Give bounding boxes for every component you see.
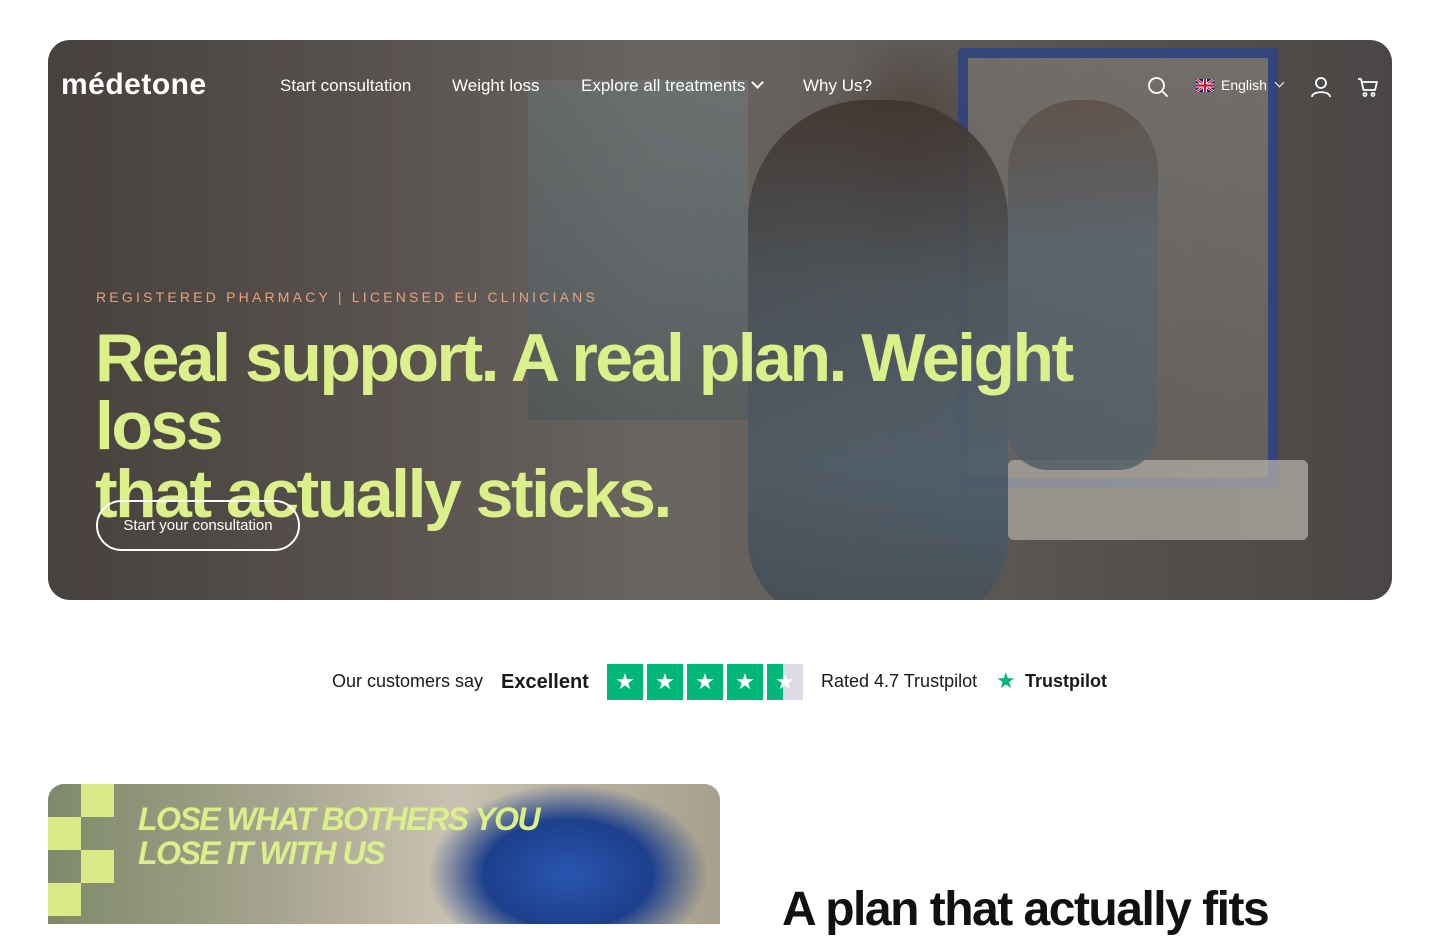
trustpilot-rated-text: Rated 4.7 Trustpilot [821,671,978,691]
trustpilot-bar: Our customers say Excellent ★ ★ ★ ★ ★ Ra… [0,660,1440,700]
chevron-down-icon [751,76,765,89]
promo-caption: LOSE WHAT BOTHERS YOU LOSE IT WITH US [138,801,541,871]
search-icon[interactable] [1146,75,1170,104]
promo-caption-line1: LOSE WHAT BOTHERS YOU [138,801,541,837]
nav-why-us[interactable]: Why Us? [803,76,872,96]
hero-banner: médetone Start consultation Weight loss … [48,40,1392,600]
chevron-down-icon [1274,77,1285,87]
trustpilot-star-icon: ★ [996,668,1016,693]
language-selector[interactable]: English [1196,77,1285,93]
star-half-icon: ★ [767,664,803,700]
star-icon: ★ [727,664,763,700]
star-icon: ★ [647,664,683,700]
nav-start-consultation[interactable]: Start consultation [280,76,411,96]
nav-explore-treatments-label: Explore all treatments [581,76,746,95]
checker-pattern [48,784,114,924]
nav-explore-treatments[interactable]: Explore all treatments [581,76,765,96]
trustpilot-logo[interactable]: Trustpilot [1025,671,1107,692]
section-title: A plan that actually fits [782,883,1270,936]
nav-weight-loss[interactable]: Weight loss [452,76,540,96]
promo-image-card[interactable]: LOSE WHAT BOTHERS YOU LOSE IT WITH US [48,784,720,924]
account-icon[interactable] [1309,75,1333,104]
flag-uk-icon [1196,78,1214,92]
promo-caption-line2: LOSE IT WITH US [138,835,385,871]
language-label: English [1221,77,1267,93]
brand-logo[interactable]: médetone [61,68,207,102]
trustpilot-intro: Our customers say [332,671,484,691]
cart-icon[interactable] [1356,75,1380,104]
star-icon: ★ [607,664,643,700]
main-navigation: médetone Start consultation Weight loss … [48,40,1392,134]
star-icon: ★ [687,664,723,700]
start-consultation-button[interactable]: Start your consultation [96,500,300,551]
hero-headline: Real support. A real plan. Weight loss t… [95,324,1155,528]
trustpilot-rating-word: Excellent [501,671,589,693]
hero-eyebrow: REGISTERED PHARMACY | LICENSED EU CLINIC… [96,289,599,305]
hero-headline-line1: Real support. A real plan. Weight loss [95,320,1074,464]
trustpilot-stars: ★ ★ ★ ★ ★ [607,664,803,700]
